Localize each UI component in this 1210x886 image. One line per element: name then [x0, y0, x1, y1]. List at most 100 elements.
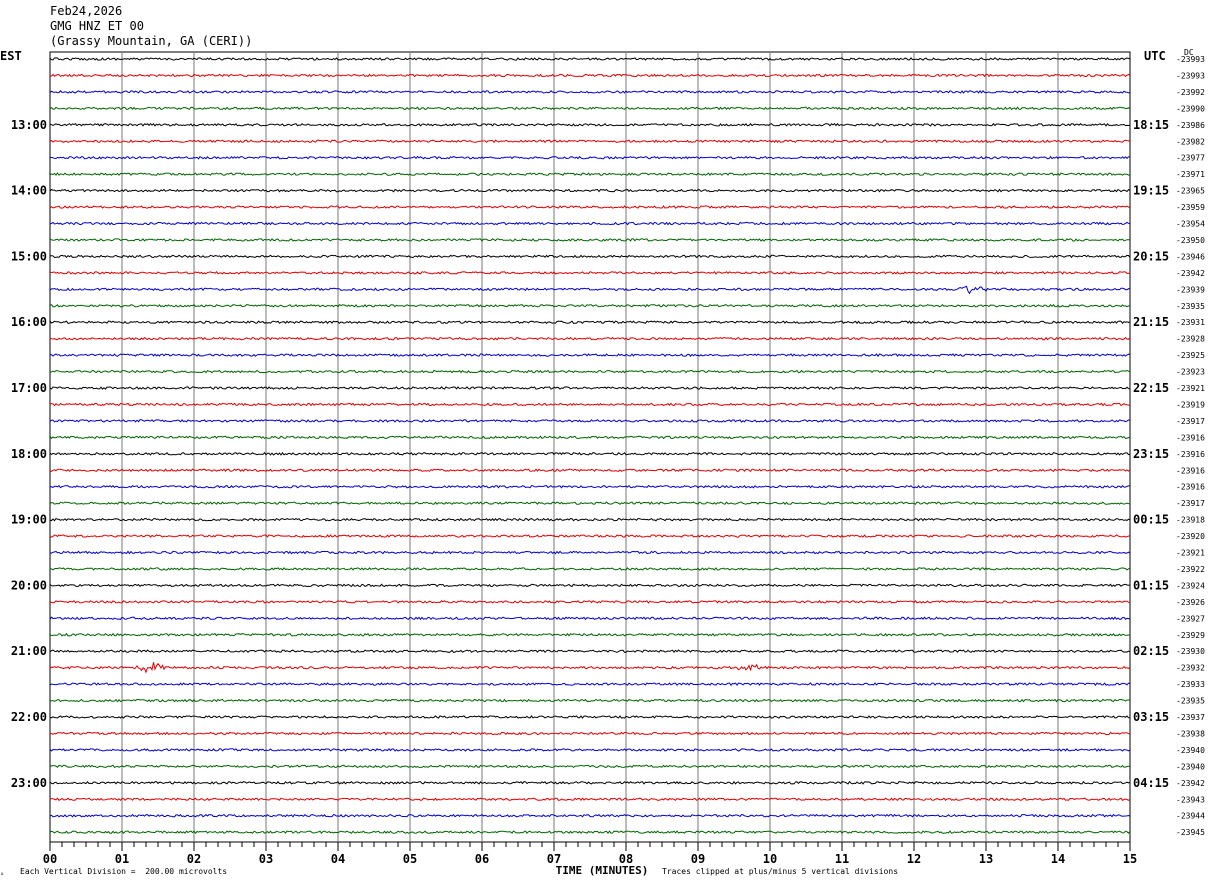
dc-offset-label: -23922 — [1176, 565, 1205, 574]
x-tick-label: 03 — [259, 852, 273, 866]
dc-offset-label: -23926 — [1176, 598, 1205, 607]
x-tick-label: 15 — [1123, 852, 1137, 866]
seismic-trace — [49, 501, 1131, 506]
utc-hour-label: 22:15 — [1133, 381, 1169, 395]
dc-offset-label: -23930 — [1176, 647, 1205, 656]
est-hour-label: 13:00 — [11, 118, 47, 132]
scale-note: Each Vertical Division = 200.00 microvol… — [20, 867, 228, 876]
utc-hour-label: 00:15 — [1133, 513, 1169, 527]
dc-offset-label: -23940 — [1176, 762, 1205, 771]
seismic-trace — [49, 764, 1131, 769]
dc-offset-label: -23933 — [1176, 680, 1205, 689]
dc-offset-label: -23929 — [1176, 631, 1205, 640]
seismic-trace — [49, 682, 1131, 687]
seismic-trace — [49, 238, 1130, 242]
seismic-trace — [49, 270, 1131, 275]
seismic-trace — [49, 155, 1131, 160]
est-hour-label: 20:00 — [11, 578, 47, 592]
station-location: (Grassy Mountain, GA (CERI)) — [50, 34, 253, 48]
seismic-trace — [49, 386, 1131, 390]
dc-offset-label: -23982 — [1176, 137, 1205, 146]
seismic-trace — [49, 122, 1131, 127]
dc-offset-label: -23935 — [1176, 302, 1205, 311]
dc-offset-label: -23927 — [1176, 614, 1205, 623]
dc-offset-label: -23916 — [1176, 450, 1205, 459]
dc-offset-label: -23959 — [1176, 203, 1205, 212]
seismic-trace — [49, 797, 1131, 802]
dc-offset-label: -23942 — [1176, 269, 1205, 278]
dc-offset-label: -23944 — [1176, 812, 1205, 821]
logo-mark: ᵤ — [0, 869, 5, 877]
x-tick-label: 04 — [331, 852, 345, 866]
est-hour-label: 18:00 — [11, 447, 47, 461]
x-tick-label: 11 — [835, 852, 849, 866]
seismic-trace — [49, 649, 1131, 654]
dc-offset-label: -23946 — [1176, 252, 1205, 261]
plot-frame — [49, 51, 1131, 843]
x-tick-label: 02 — [187, 852, 201, 866]
utc-zone-label: UTC — [1144, 49, 1166, 63]
seismic-trace — [49, 830, 1131, 835]
dc-offset-label: -23937 — [1176, 713, 1205, 722]
utc-hour-label: 02:15 — [1133, 644, 1169, 658]
seismic-trace — [49, 285, 1131, 295]
dc-offset-label: -23938 — [1176, 729, 1205, 738]
dc-offset-label: -23965 — [1176, 187, 1205, 196]
x-tick-label: 13 — [979, 852, 993, 866]
dc-offset-label: -23917 — [1176, 417, 1205, 426]
dc-offset-label: -23916 — [1176, 433, 1205, 442]
dc-offset-label: -23942 — [1176, 779, 1205, 788]
dc-offset-label: -23992 — [1176, 88, 1205, 97]
est-hour-label: 23:00 — [11, 776, 47, 790]
est-hour-label: 15:00 — [11, 249, 47, 263]
est-hour-label: 16:00 — [11, 315, 47, 329]
seismic-trace — [49, 484, 1131, 489]
dc-offset-label: -23986 — [1176, 121, 1205, 130]
dc-offset-label: -23940 — [1176, 746, 1205, 755]
seismic-trace — [49, 616, 1131, 621]
seismic-trace — [49, 106, 1131, 111]
utc-hour-label: 01:15 — [1133, 578, 1169, 592]
x-tick-label: 05 — [403, 852, 417, 866]
seismic-trace — [49, 715, 1131, 719]
seismic-trace — [49, 662, 1131, 674]
seismic-trace — [49, 57, 1131, 61]
est-hour-label: 21:00 — [11, 644, 47, 658]
seismic-trace — [49, 139, 1131, 144]
dc-offset-label: -23993 — [1176, 71, 1205, 80]
dc-offset-label: -23924 — [1176, 581, 1205, 590]
seismic-trace — [49, 534, 1131, 538]
seismic-trace — [49, 451, 1131, 456]
station-code: GMG HNZ ET 00 — [50, 19, 144, 33]
utc-hour-label: 19:15 — [1133, 184, 1169, 198]
x-tick-label: 12 — [907, 852, 921, 866]
seismic-trace — [49, 567, 1131, 571]
seismic-trace — [49, 731, 1131, 736]
seismic-trace — [49, 89, 1131, 94]
seismic-trace — [49, 748, 1131, 752]
utc-hour-label: 20:15 — [1133, 249, 1169, 263]
dc-offset-label: -23925 — [1176, 351, 1205, 360]
seismic-trace — [49, 205, 1131, 209]
est-hour-label: 19:00 — [11, 513, 47, 527]
dc-offset-label: -23923 — [1176, 368, 1205, 377]
x-axis-label: TIME (MINUTES) — [556, 864, 649, 877]
seismic-trace — [49, 599, 1131, 604]
dc-offset-label: -23971 — [1176, 170, 1205, 179]
utc-hour-label: 18:15 — [1133, 118, 1169, 132]
dc-offset-label: -23977 — [1176, 154, 1205, 163]
seismic-trace — [49, 583, 1131, 588]
seismic-trace — [49, 419, 1131, 423]
dc-label: DC — [1184, 48, 1194, 57]
helicorder-plot: -23993-23993-23992-23990-23986-23982-239… — [11, 51, 1205, 877]
seismic-trace — [49, 632, 1131, 637]
utc-hour-label: 04:15 — [1133, 776, 1169, 790]
seismic-trace — [49, 221, 1131, 226]
seismic-trace — [49, 550, 1131, 555]
seismic-trace — [49, 780, 1131, 785]
dc-offset-label: -23916 — [1176, 483, 1205, 492]
seismic-trace — [49, 320, 1131, 325]
est-hour-label: 22:00 — [11, 710, 47, 724]
seismic-trace — [49, 303, 1131, 308]
x-tick-label: 14 — [1051, 852, 1065, 866]
